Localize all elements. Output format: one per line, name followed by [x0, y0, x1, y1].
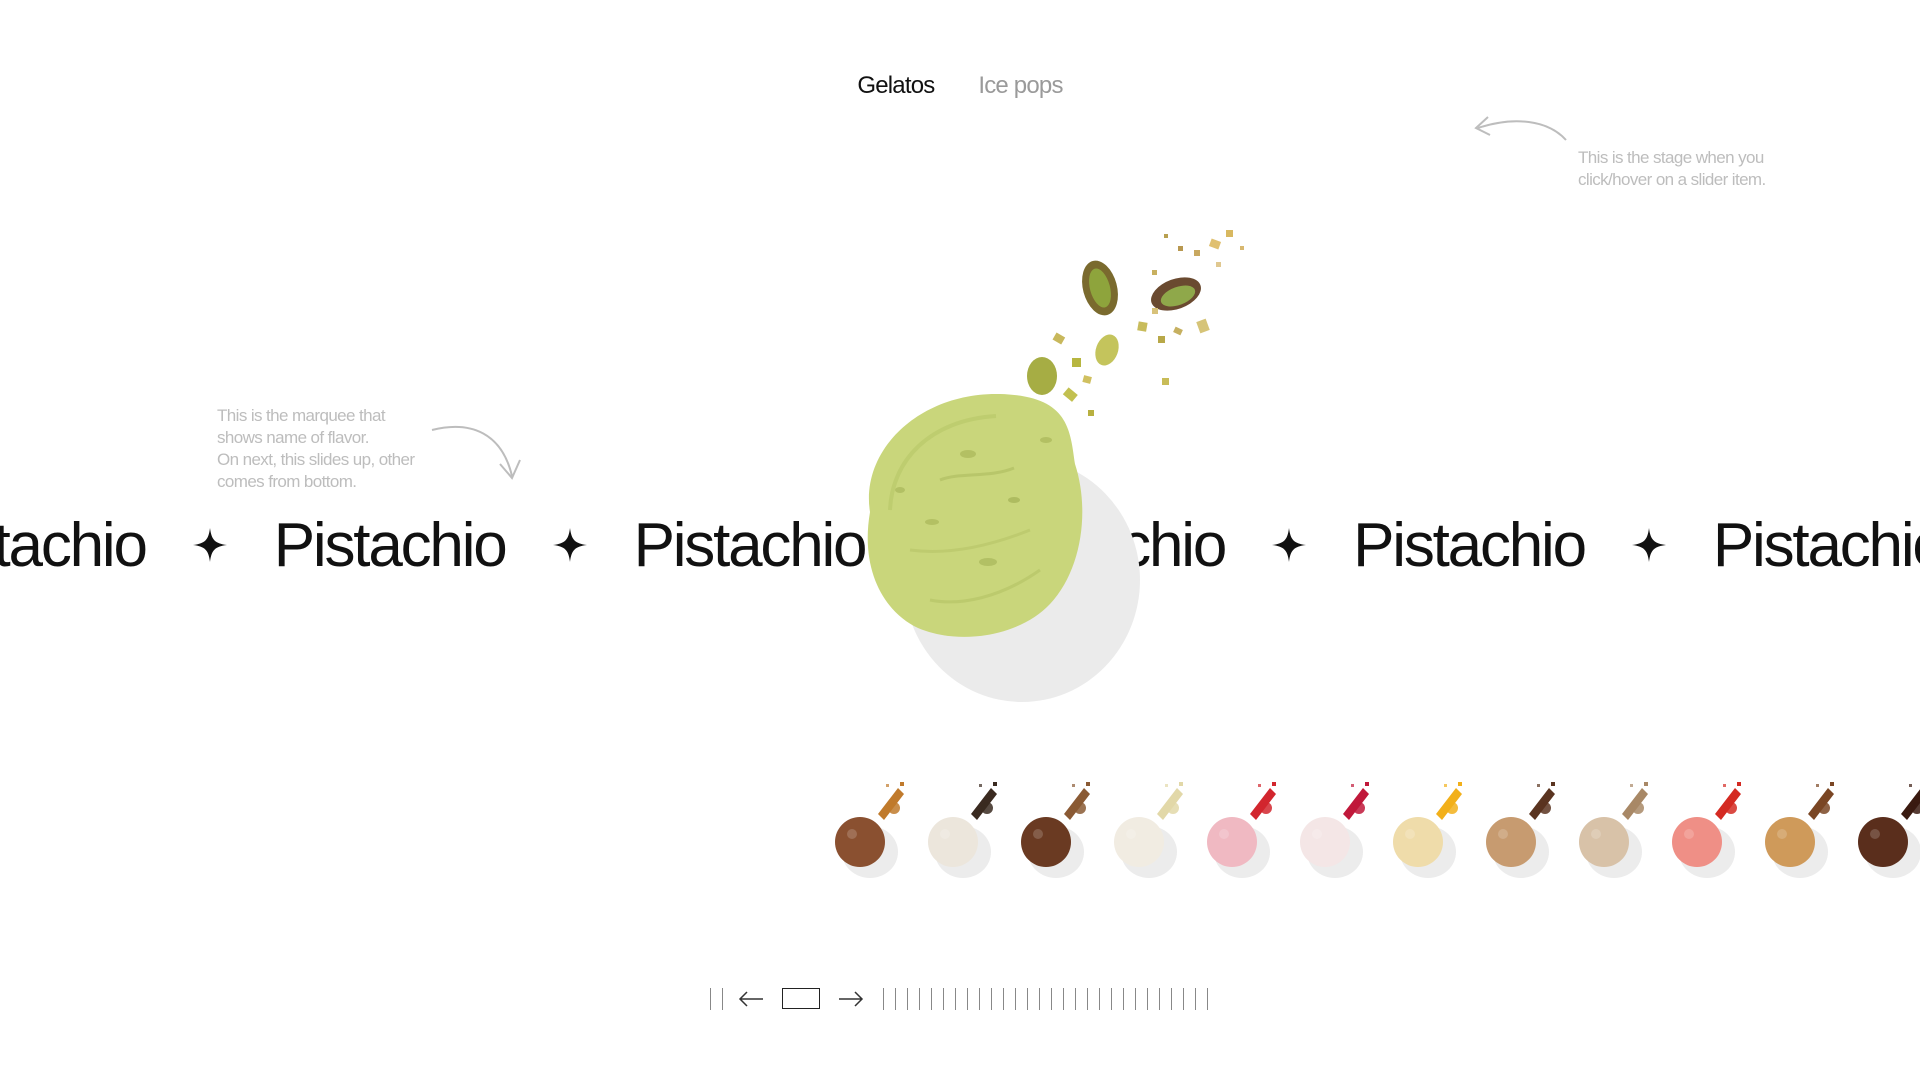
pager-tick[interactable]	[883, 988, 884, 1010]
marquee-flavor-name: Pistachio	[0, 510, 148, 580]
four-point-star-icon	[552, 527, 588, 563]
pager-tick[interactable]	[1147, 988, 1148, 1010]
pager-tick[interactable]	[1183, 988, 1184, 1010]
pager-tick[interactable]	[1195, 988, 1196, 1010]
slider-item-strawberry[interactable]	[1192, 770, 1286, 880]
marquee-annotation: This is the marquee that shows name of f…	[217, 406, 415, 491]
stage-annotation: This is the stage when you click/hover o…	[1578, 148, 1766, 189]
pager-tick[interactable]	[1159, 988, 1160, 1010]
pager-tick[interactable]	[1087, 988, 1088, 1010]
marquee-flavor-name: Pistachio	[1353, 510, 1587, 580]
pager-tick[interactable]	[907, 988, 908, 1010]
arrow-right-icon[interactable]	[836, 984, 866, 1014]
slider-item-hazelnut[interactable]	[1006, 770, 1100, 880]
slider-item-caramel[interactable]	[820, 770, 914, 880]
four-point-star-icon	[1631, 527, 1667, 563]
pager-tick[interactable]	[1171, 988, 1172, 1010]
pager-tick[interactable]	[943, 988, 944, 1010]
flavor-slider	[820, 770, 1920, 880]
pager-tick[interactable]	[979, 988, 980, 1010]
pager-tick[interactable]	[1123, 988, 1124, 1010]
pager-tick[interactable]	[722, 988, 723, 1010]
slider-item-chocolate-chip[interactable]	[1471, 770, 1565, 880]
pager-tick[interactable]	[1063, 988, 1064, 1010]
slider-item-cookie-dough[interactable]	[1564, 770, 1658, 880]
slider-item-raspberry[interactable]	[1657, 770, 1751, 880]
pager-current-indicator	[782, 988, 820, 1009]
pager-tick[interactable]	[1135, 988, 1136, 1010]
slider-item-vanilla[interactable]	[1099, 770, 1193, 880]
marquee-flavor-name: Pistachio	[273, 510, 508, 580]
pager-tick[interactable]	[1075, 988, 1076, 1010]
pager-tick[interactable]	[1207, 988, 1208, 1010]
pager-tick[interactable]	[895, 988, 896, 1010]
pager-tick[interactable]	[931, 988, 932, 1010]
tab-gelatos[interactable]: Gelatos	[857, 72, 935, 100]
pager-tick[interactable]	[967, 988, 968, 1010]
pager-tick[interactable]	[1003, 988, 1004, 1010]
curved-arrow-icon	[1474, 116, 1567, 141]
pager-tick[interactable]	[1111, 988, 1112, 1010]
pager-tick[interactable]	[1027, 988, 1028, 1010]
pager-tick[interactable]	[710, 988, 711, 1010]
category-tabs: Gelatos Ice pops	[0, 72, 1920, 100]
pager-tick[interactable]	[1099, 988, 1100, 1010]
tab-ice-pops[interactable]: Ice pops	[978, 72, 1063, 100]
four-point-star-icon	[192, 527, 228, 563]
slider-item-berry[interactable]	[1285, 770, 1379, 880]
hero-scoop-image	[867, 230, 1244, 702]
arrow-left-icon[interactable]	[736, 984, 766, 1014]
slider-item-dark-chocolate[interactable]	[1843, 770, 1920, 880]
pager-tick[interactable]	[1015, 988, 1016, 1010]
pager-tick[interactable]	[991, 988, 992, 1010]
pager-tick[interactable]	[955, 988, 956, 1010]
pager-tick[interactable]	[1051, 988, 1052, 1010]
marquee-flavor-name: Pistachio	[1712, 510, 1920, 580]
pager-tick[interactable]	[1039, 988, 1040, 1010]
slider-item-passionfruit[interactable]	[1378, 770, 1472, 880]
slider-item-cookies[interactable]	[913, 770, 1007, 880]
pager-tick[interactable]	[919, 988, 920, 1010]
slider-item-cookie[interactable]	[1750, 770, 1844, 880]
curved-arrow-icon	[431, 425, 521, 480]
